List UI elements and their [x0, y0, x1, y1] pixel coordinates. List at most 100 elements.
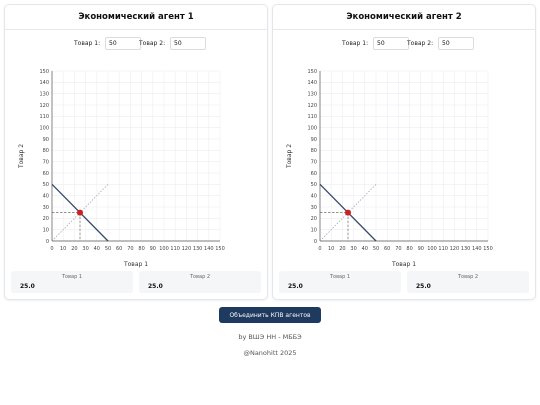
agent-2-result-good2-label: Товар 2	[457, 274, 479, 280]
agent-card-2: Экономический агент 2 Товар 1: Товар 2: …	[272, 4, 536, 300]
agent-2-chart: 0 0 10 10 20 20 30 30 40 40 50 50 60 60 70 70 80 80 90 90 10…	[273, 63, 535, 273]
x-tick-label: 140	[204, 246, 214, 252]
y-tick-label: 70	[43, 159, 49, 165]
agent-1-good2-input[interactable]	[170, 37, 206, 50]
x-tick-label: 30	[350, 246, 356, 252]
agent-2-inputs: Товар 1: Товар 2:	[273, 37, 535, 51]
agent-2-title: Экономический агент 2	[273, 5, 535, 30]
y-tick-label: 30	[43, 205, 49, 211]
y-tick-label: 0	[314, 239, 317, 245]
x-tick-label: 20	[339, 246, 345, 252]
x-tick-label: 150	[483, 246, 493, 252]
y-tick-label: 90	[311, 137, 317, 143]
y-tick-label: 50	[311, 182, 317, 188]
y-tick-label: 20	[311, 216, 317, 222]
x-tick-label: 120	[450, 246, 460, 252]
y-tick-label: 30	[311, 205, 317, 211]
y-tick-label: 80	[43, 148, 49, 154]
x-tick-label: 40	[362, 246, 368, 252]
x-tick-label: 90	[418, 246, 424, 252]
agent-2-result-good1: Товар 1 25.0	[279, 271, 401, 293]
agent-1-chart: 0 0 10 10 20 20 30 30 40 40 50 50 60 60 70 70 80 80 90 90 10…	[5, 63, 267, 273]
x-tick-label: 0	[318, 246, 321, 252]
optimum-point	[345, 209, 351, 216]
footer-credit: by ВШЭ НН - МББЭ	[238, 333, 302, 341]
agent-card-1: Экономический агент 1 Товар 1: Товар 2: …	[4, 4, 268, 300]
y-tick-label: 130	[39, 91, 49, 97]
y-tick-label: 10	[43, 227, 49, 233]
x-tick-label: 70	[127, 246, 133, 252]
agent-1-ppf-chart: 0010102020303040405050606070708080909010…	[18, 69, 225, 268]
x-tick-label: 120	[182, 246, 192, 252]
y-tick-label: 120	[307, 103, 317, 109]
x-tick-label: 140	[472, 246, 482, 252]
agent-1-good2-label: Товар 2:	[139, 40, 166, 47]
footer-copyright: @Nanohitt 2025	[243, 349, 297, 357]
x-tick-label: 100	[159, 246, 169, 252]
agents-container: Экономический агент 1 Товар 1: Товар 2: …	[4, 4, 536, 300]
agent-1-good1-input[interactable]	[105, 37, 141, 50]
y-tick-label: 0	[46, 239, 49, 245]
y-tick-label: 50	[43, 182, 49, 188]
x-tick-label: 20	[71, 246, 77, 252]
y-tick-label: 150	[39, 69, 49, 75]
agent-2-results: Товар 1 25.0 Товар 2 25.0	[279, 271, 529, 295]
agent-1-title: Экономический агент 1	[5, 5, 267, 30]
x-tick-label: 150	[215, 246, 225, 252]
agent-1-result-good1: Товар 1 25.0	[11, 271, 133, 293]
agent-2-result-good2-value: 25.0	[416, 283, 431, 290]
x-tick-label: 10	[328, 246, 334, 252]
y-tick-label: 150	[307, 69, 317, 75]
x-tick-label: 80	[138, 246, 144, 252]
y-tick-label: 130	[307, 91, 317, 97]
agent-1-results: Товар 1 25.0 Товар 2 25.0	[11, 271, 261, 295]
optimum-point	[77, 209, 83, 216]
x-tick-label: 80	[406, 246, 412, 252]
y-tick-label: 20	[43, 216, 49, 222]
x-axis-label: Товар 1	[391, 261, 416, 268]
x-tick-label: 100	[427, 246, 437, 252]
x-tick-label: 0	[50, 246, 53, 252]
agent-1-good1-label: Товар 1:	[74, 40, 101, 47]
y-tick-label: 90	[43, 137, 49, 143]
agent-2-good2-input[interactable]	[438, 37, 474, 50]
merge-ppf-button[interactable]: Объединить КПВ агентов	[219, 307, 321, 323]
y-axis-label: Товар 2	[286, 144, 293, 169]
agent-1-result-good1-label: Товар 1	[61, 274, 83, 280]
agent-1-result-good2-value: 25.0	[148, 283, 163, 290]
agent-2-good2-label: Товар 2:	[407, 40, 434, 47]
y-tick-label: 110	[307, 114, 317, 120]
y-axis-label: Товар 2	[18, 144, 25, 169]
x-tick-label: 50	[105, 246, 111, 252]
x-tick-label: 50	[373, 246, 379, 252]
x-tick-label: 40	[94, 246, 100, 252]
x-tick-label: 70	[395, 246, 401, 252]
agent-1-inputs: Товар 1: Товар 2:	[5, 37, 267, 51]
x-tick-label: 10	[60, 246, 66, 252]
y-tick-label: 100	[39, 125, 49, 131]
y-tick-label: 70	[311, 159, 317, 165]
y-tick-label: 110	[39, 114, 49, 120]
x-tick-label: 90	[150, 246, 156, 252]
agent-1-result-good2-label: Товар 2	[189, 274, 211, 280]
y-tick-label: 80	[311, 148, 317, 154]
y-tick-label: 120	[39, 103, 49, 109]
agent-2-result-good2: Товар 2 25.0	[407, 271, 529, 293]
x-axis-label: Товар 1	[123, 261, 148, 268]
x-tick-label: 130	[193, 246, 203, 252]
x-tick-label: 60	[384, 246, 390, 252]
y-tick-label: 140	[307, 80, 317, 86]
agent-2-good1-label: Товар 1:	[342, 40, 369, 47]
y-tick-label: 100	[307, 125, 317, 131]
x-tick-label: 60	[116, 246, 122, 252]
y-tick-label: 140	[39, 80, 49, 86]
x-tick-label: 110	[438, 246, 448, 252]
agent-2-result-good1-label: Товар 1	[329, 274, 351, 280]
x-tick-label: 130	[461, 246, 471, 252]
agent-1-result-good1-value: 25.0	[20, 283, 35, 290]
agent-1-result-good2: Товар 2 25.0	[139, 271, 261, 293]
y-tick-label: 10	[311, 227, 317, 233]
y-tick-label: 60	[311, 171, 317, 177]
agent-2-good1-input[interactable]	[373, 37, 409, 50]
x-tick-label: 110	[170, 246, 180, 252]
